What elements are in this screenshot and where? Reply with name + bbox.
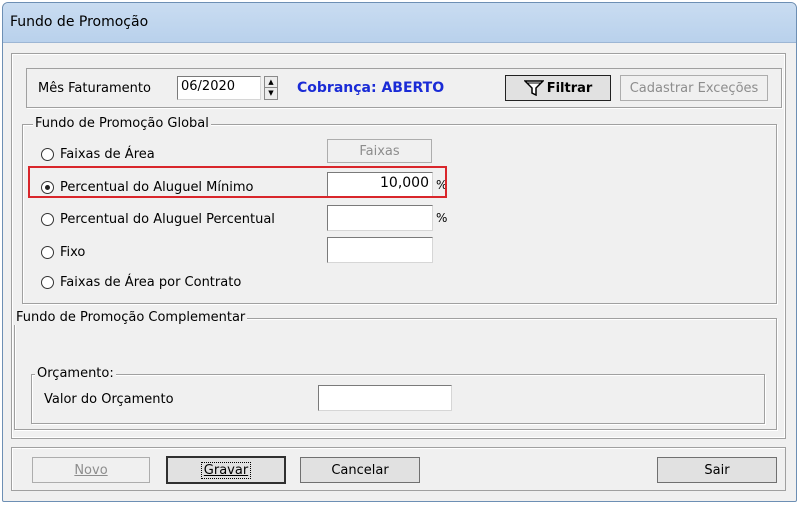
orcamento-groupbox: Orçamento: Valor do Orçamento xyxy=(31,366,765,424)
cadastrar-excecoes-button[interactable]: Cadastrar Exceções xyxy=(620,75,768,101)
percent-sign: % xyxy=(436,211,448,225)
main-panel: Mês Faturamento 06/2020 ▲ ▼ Cobrança: AB… xyxy=(11,53,786,439)
spin-up-icon[interactable]: ▲ xyxy=(265,77,277,88)
complementar-legend: Fundo de Promoção Complementar xyxy=(14,310,248,325)
window-title: Fundo de Promoção xyxy=(10,14,149,30)
highlight-box xyxy=(28,166,447,198)
global-legend: Fundo de Promoção Global xyxy=(33,116,211,131)
filtrar-label: Filtrar xyxy=(546,80,593,96)
radio-button-icon[interactable] xyxy=(41,148,54,161)
radio-faixas-area[interactable]: Faixas de Área xyxy=(41,147,155,162)
title-bar: Fundo de Promoção xyxy=(3,3,796,43)
orcamento-legend: Orçamento: xyxy=(35,366,116,381)
gravar-label: Gravar xyxy=(200,461,252,479)
mes-faturamento-spinner[interactable]: ▲ ▼ xyxy=(264,76,278,100)
valor-orcamento-input[interactable] xyxy=(318,385,452,411)
sair-button[interactable]: Sair xyxy=(657,457,777,483)
radio-button-icon[interactable] xyxy=(41,276,54,289)
radio-fixo[interactable]: Fixo xyxy=(41,245,85,260)
billing-panel: Mês Faturamento 06/2020 ▲ ▼ Cobrança: AB… xyxy=(26,68,782,108)
gravar-button[interactable]: Gravar xyxy=(166,456,286,484)
radio-button-icon[interactable] xyxy=(41,213,54,226)
percentual-percentual-input[interactable] xyxy=(327,205,433,231)
radio-button-icon[interactable] xyxy=(41,246,54,259)
mes-faturamento-input[interactable]: 06/2020 xyxy=(177,76,261,100)
fixo-input[interactable] xyxy=(327,237,433,263)
button-bar: Novo Gravar Cancelar Sair xyxy=(11,447,786,491)
radio-faixas-contrato[interactable]: Faixas de Área por Contrato xyxy=(41,275,241,290)
radio-label: Faixas de Área por Contrato xyxy=(60,275,242,290)
cancelar-button[interactable]: Cancelar xyxy=(300,457,420,483)
novo-button[interactable]: Novo xyxy=(32,457,150,483)
spin-down-icon[interactable]: ▼ xyxy=(265,88,277,99)
mes-faturamento-label: Mês Faturamento xyxy=(38,81,151,96)
radio-label: Faixas de Área xyxy=(60,147,155,162)
complementar-groupbox: Fundo de Promoção Complementar Orçamento… xyxy=(14,310,777,430)
valor-orcamento-label: Valor do Orçamento xyxy=(44,392,174,407)
faixas-button[interactable]: Faixas xyxy=(327,139,432,163)
filter-icon xyxy=(523,80,544,96)
global-groupbox: Fundo de Promoção Global Faixas de Área … xyxy=(22,116,777,304)
radio-label: Percentual do Aluguel Percentual xyxy=(60,212,275,227)
cancelar-label: Cancelar xyxy=(331,462,389,478)
filtrar-button[interactable]: Filtrar xyxy=(505,75,611,101)
radio-percentual-percentual[interactable]: Percentual do Aluguel Percentual xyxy=(41,212,275,227)
sair-label: Sair xyxy=(704,462,730,478)
fundo-promocao-window: Fundo de Promoção Mês Faturamento 06/202… xyxy=(2,2,797,502)
novo-label: Novo xyxy=(74,462,108,478)
radio-label: Fixo xyxy=(60,245,86,260)
cobranca-status: Cobrança: ABERTO xyxy=(297,80,445,96)
